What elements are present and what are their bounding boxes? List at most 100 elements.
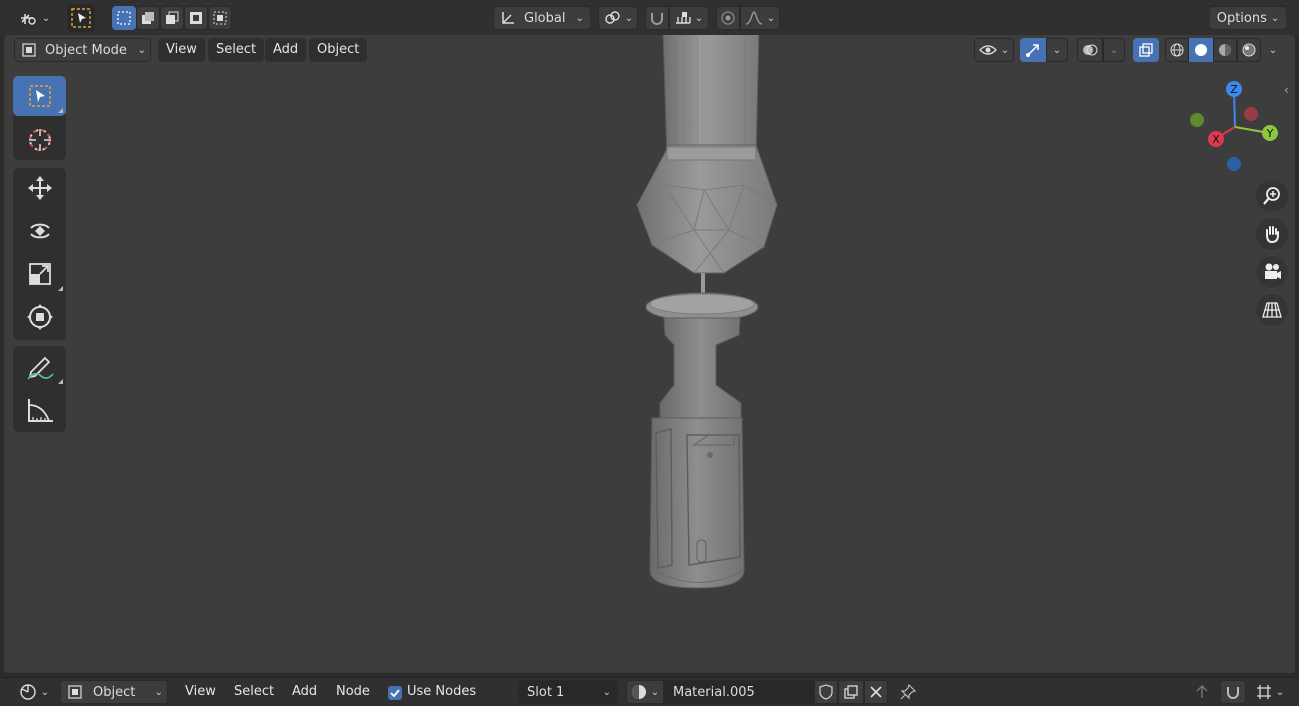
shading-rendered-button[interactable] bbox=[1237, 38, 1261, 62]
shading-wireframe-button[interactable] bbox=[1165, 38, 1189, 62]
navigation-gizmo[interactable]: Z Y X bbox=[1190, 77, 1290, 177]
material-sphere-icon bbox=[1219, 44, 1231, 56]
unlink-material-button[interactable] bbox=[864, 680, 888, 704]
pivot-point-dropdown[interactable]: ⌄ bbox=[598, 6, 638, 30]
select-invert-button[interactable] bbox=[184, 6, 208, 30]
shading-material-button[interactable] bbox=[1213, 38, 1237, 62]
orientation-icon bbox=[502, 12, 514, 24]
zoom-icon bbox=[1263, 187, 1280, 205]
pin-button[interactable] bbox=[896, 680, 920, 704]
axis-x-label: X bbox=[1212, 133, 1220, 146]
duplicate-material-button[interactable] bbox=[838, 680, 864, 704]
hand-icon bbox=[1266, 226, 1279, 244]
tool-rotate[interactable] bbox=[13, 211, 66, 251]
tool-scale[interactable] bbox=[13, 254, 66, 294]
close-icon bbox=[870, 686, 882, 698]
pivot-icon bbox=[605, 11, 620, 24]
parent-node-tree-button[interactable] bbox=[1190, 680, 1214, 704]
menu-select[interactable]: Select bbox=[226, 680, 282, 704]
overlays-dropdown[interactable]: ⌄ bbox=[1103, 38, 1125, 62]
mesh-object[interactable] bbox=[4, 35, 1295, 673]
snap-toggle[interactable] bbox=[1220, 680, 1246, 704]
editor-type-button[interactable]: ⌄ bbox=[16, 6, 54, 30]
gizmo-toggle[interactable] bbox=[1020, 38, 1046, 62]
proportional-falloff-dropdown[interactable]: ⌄ bbox=[740, 6, 780, 30]
select-new-button[interactable] bbox=[112, 6, 136, 30]
cursor-arrow-icon bbox=[71, 8, 91, 28]
visibility-dropdown[interactable]: ⌄ bbox=[974, 38, 1014, 62]
tool-cursor[interactable] bbox=[13, 120, 66, 160]
menu-view[interactable]: View bbox=[177, 680, 224, 704]
use-nodes-checkbox[interactable] bbox=[388, 686, 402, 700]
snap-toggle[interactable] bbox=[645, 6, 669, 30]
axis-y-label: Y bbox=[1266, 127, 1274, 140]
menu-view[interactable]: View bbox=[158, 38, 205, 62]
shading-options-dropdown[interactable]: ⌄ bbox=[1263, 38, 1283, 62]
annotate-pencil-icon bbox=[26, 356, 54, 380]
select-extend-icon bbox=[142, 12, 154, 24]
object-mode-icon bbox=[22, 43, 36, 57]
arrow-up-icon bbox=[1196, 685, 1208, 698]
snap-target-dropdown[interactable]: ⌄ bbox=[669, 6, 709, 30]
chevron-down-icon: ⌄ bbox=[1052, 44, 1062, 56]
select-subtract-button[interactable] bbox=[160, 6, 184, 30]
tool-select-box[interactable] bbox=[13, 76, 66, 116]
menu-add[interactable]: Add bbox=[265, 38, 307, 62]
xray-icon bbox=[1139, 43, 1153, 57]
camera-view-button[interactable] bbox=[1256, 256, 1288, 288]
material-name-field[interactable]: Material.005 bbox=[664, 680, 814, 704]
axis-neg-z-handle bbox=[1227, 157, 1241, 171]
gizmo-icon bbox=[1026, 44, 1039, 57]
select-box-icon bbox=[28, 85, 51, 107]
menu-select[interactable]: Select bbox=[208, 38, 265, 62]
select-new-icon bbox=[117, 11, 131, 25]
overlays-icon bbox=[1083, 44, 1098, 56]
transform-orientation-dropdown[interactable]: Global ⌄ bbox=[493, 6, 591, 30]
object-mode-dropdown[interactable]: Object Mode ⌄ bbox=[14, 38, 151, 62]
zoom-button[interactable] bbox=[1256, 180, 1288, 212]
axis-z-label: Z bbox=[1230, 83, 1238, 96]
xray-toggle[interactable] bbox=[1133, 38, 1159, 62]
fake-user-button[interactable] bbox=[814, 680, 838, 704]
tool-annotate[interactable] bbox=[13, 347, 66, 387]
tool-transform[interactable] bbox=[13, 297, 66, 337]
measure-ruler-icon bbox=[27, 399, 53, 422]
options-label: Options bbox=[1216, 10, 1267, 26]
slot-label: Slot 1 bbox=[527, 684, 565, 700]
solid-sphere-icon bbox=[1195, 44, 1207, 56]
proportional-edit-toggle[interactable] bbox=[716, 6, 740, 30]
overlays-toggle[interactable] bbox=[1077, 38, 1103, 62]
chevron-down-icon: ⌄ bbox=[154, 686, 163, 698]
corner-arrow-icon bbox=[58, 379, 63, 384]
snap-element-dropdown[interactable]: ⌄ bbox=[1250, 680, 1290, 704]
slot-dropdown[interactable]: Slot 1 ⌄ bbox=[518, 680, 618, 704]
options-dropdown[interactable]: Options ⌄ bbox=[1209, 6, 1287, 30]
perspective-toggle-button[interactable] bbox=[1256, 294, 1288, 326]
select-extend-button[interactable] bbox=[136, 6, 160, 30]
tool-measure[interactable] bbox=[13, 390, 66, 430]
menu-add[interactable]: Add bbox=[284, 680, 325, 704]
chevron-down-icon: ⌄ bbox=[1275, 686, 1285, 698]
pin-icon bbox=[900, 684, 916, 700]
menu-node[interactable]: Node bbox=[328, 680, 378, 704]
select-intersect-button[interactable] bbox=[208, 6, 232, 30]
orientation-label: Global bbox=[524, 10, 566, 26]
chevron-down-icon: ⌄ bbox=[575, 12, 584, 24]
menu-object[interactable]: Object bbox=[309, 38, 368, 62]
material-browse-button[interactable]: ⌄ bbox=[626, 680, 664, 704]
chevron-down-icon: ⌄ bbox=[1270, 12, 1280, 24]
camera-icon bbox=[1265, 263, 1281, 279]
select-subtract-icon bbox=[166, 11, 179, 24]
tool-move[interactable] bbox=[13, 168, 66, 208]
chevron-down-icon: ⌄ bbox=[766, 12, 776, 24]
3d-viewport[interactable]: Object Mode ⌄ View Select Add Object ⌄ ⌄… bbox=[4, 35, 1295, 673]
editor-type-icon bbox=[20, 14, 36, 25]
tool-select-mode-button[interactable] bbox=[67, 4, 95, 32]
shader-type-dropdown[interactable]: Object ⌄ bbox=[60, 680, 168, 704]
duplicate-icon bbox=[844, 685, 858, 699]
shading-solid-button[interactable] bbox=[1189, 38, 1213, 62]
pan-button[interactable] bbox=[1256, 218, 1288, 250]
select-intersect-icon bbox=[213, 11, 227, 25]
editor-type-button[interactable]: ⌄ bbox=[14, 680, 54, 704]
gizmo-dropdown[interactable]: ⌄ bbox=[1046, 38, 1068, 62]
